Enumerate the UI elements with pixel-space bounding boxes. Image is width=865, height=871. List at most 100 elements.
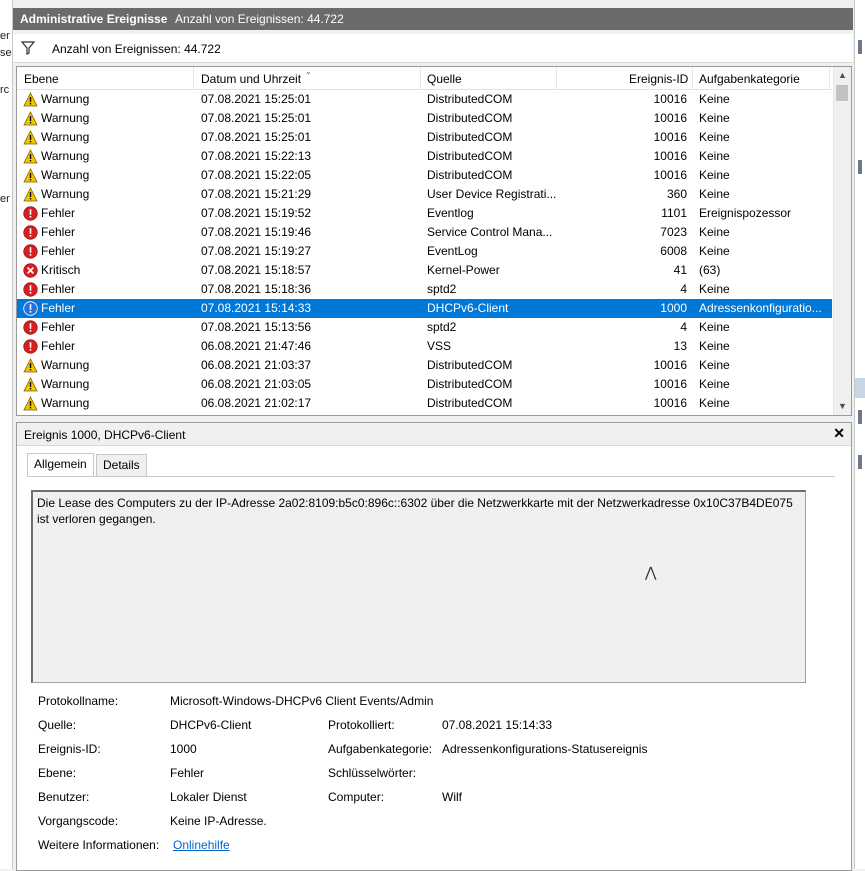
task-category-value[interactable]: Adressenkonfigurations-Statusereignis — [442, 742, 647, 756]
event-level: Warnung — [41, 92, 90, 106]
event-source: Kernel-Power — [427, 263, 500, 277]
event-level: Warnung — [41, 111, 90, 125]
level-value[interactable]: Fehler — [170, 766, 204, 780]
task-category-label: Aufgabenkategorie: — [328, 742, 433, 756]
event-row[interactable]: Fehler 07.08.2021 15:13:56 sptd2 4 Keine — [17, 318, 832, 337]
column-header-event-id[interactable]: Ereignis-ID — [629, 72, 688, 86]
event-row[interactable]: Warnung 07.08.2021 15:22:05 DistributedCOM… — [17, 166, 832, 185]
event-category: Keine — [699, 130, 730, 144]
event-date: 07.08.2021 15:21:29 — [201, 187, 312, 201]
event-row[interactable]: Warnung 06.08.2021 21:02:17 DistributedCOM… — [17, 394, 832, 413]
event-date: 06.08.2021 21:03:05 — [201, 377, 312, 391]
user-value[interactable]: Lokaler Dienst — [170, 790, 247, 804]
warning-icon — [23, 149, 38, 164]
event-source: DistributedCOM — [427, 92, 513, 106]
event-row[interactable]: Fehler 07.08.2021 15:19:27 EventLog 6008 Kei… — [17, 242, 832, 261]
event-row[interactable]: Fehler 06.08.2021 21:47:46 VSS 13 Keine — [17, 337, 832, 356]
event-category: Keine — [699, 168, 730, 182]
event-count-header: Anzahl von Ereignissen: 44.722 — [175, 12, 344, 26]
scroll-down-icon[interactable]: ▼ — [834, 398, 851, 415]
event-date: 07.08.2021 15:22:05 — [201, 168, 312, 182]
event-date: 07.08.2021 15:25:01 — [201, 92, 312, 106]
event-id: 10016 — [653, 396, 687, 410]
event-source: sptd2 — [427, 282, 457, 296]
event-list-scrollbar[interactable]: ▲ ▼ — [833, 67, 851, 415]
warning-icon — [23, 130, 38, 145]
event-level: Kritisch — [41, 263, 81, 277]
event-rows: Warnung 07.08.2021 15:25:01 DistributedCOM… — [17, 90, 832, 413]
event-id: 360 — [666, 187, 687, 201]
error-icon — [23, 282, 38, 297]
detail-title: Ereignis 1000, DHCPv6-Client — [24, 428, 186, 442]
event-source: DistributedCOM — [427, 130, 513, 144]
event-date: 07.08.2021 15:18:36 — [201, 282, 312, 296]
event-level: Warnung — [41, 377, 90, 391]
logged-label: Protokolliert: — [328, 718, 395, 732]
scroll-thumb[interactable] — [836, 85, 848, 101]
error-icon — [23, 244, 38, 259]
warning-icon — [23, 358, 38, 373]
event-source: DistributedCOM — [427, 396, 513, 410]
event-source: Eventlog — [427, 206, 474, 220]
event-category: Keine — [699, 111, 730, 125]
event-row[interactable]: Kritisch 07.08.2021 15:18:57 Kernel-Power 4… — [17, 261, 832, 280]
logged-value[interactable]: 07.08.2021 15:14:33 — [442, 718, 552, 732]
event-category: Keine — [699, 149, 730, 163]
event-row[interactable]: Warnung 07.08.2021 15:21:29 User Device Re… — [17, 185, 832, 204]
event-properties: Protokollname: Microsoft-Windows-DHCPv6 … — [38, 691, 818, 859]
event-viewer-main: Administrative Ereignisse Anzahl von Ere… — [13, 0, 853, 871]
log-name-value[interactable]: Microsoft-Windows-DHCPv6 Client Events/A… — [170, 694, 433, 708]
filter-bar: Anzahl von Ereignissen: 44.722 — [13, 34, 853, 63]
event-category: Ereignispozessor — [699, 206, 792, 220]
event-level: Fehler — [41, 206, 76, 220]
event-category: Keine — [699, 339, 730, 353]
event-level: Warnung — [41, 396, 90, 410]
event-category: Keine — [699, 282, 730, 296]
event-level: Warnung — [41, 130, 90, 144]
event-level: Warnung — [41, 358, 90, 372]
filter-count: Anzahl von Ereignissen: 44.722 — [52, 42, 221, 56]
event-date: 07.08.2021 15:25:01 — [201, 130, 312, 144]
event-message[interactable]: Die Lease des Computers zu der IP-Adress… — [31, 490, 806, 683]
column-header-task-category[interactable]: Aufgabenkategorie — [699, 72, 800, 86]
event-row[interactable]: Fehler 07.08.2021 15:19:52 Eventlog 1101 Ere… — [17, 204, 832, 223]
column-header-source[interactable]: Quelle — [427, 72, 462, 86]
event-id: 7023 — [660, 225, 687, 239]
event-list[interactable]: Ebene Datum und Uhrzeit ⌄ Quelle Ereigni… — [16, 66, 852, 416]
event-level: Fehler — [41, 282, 76, 296]
tab-allgemein[interactable]: Allgemein — [27, 453, 94, 476]
online-help-link[interactable]: Onlinehilfe — [173, 838, 230, 852]
event-level: Warnung — [41, 168, 90, 182]
event-row[interactable]: Warnung 06.08.2021 21:03:37 DistributedCOM… — [17, 356, 832, 375]
event-category: Adressenkonfiguratio... — [699, 301, 822, 315]
event-date: 06.08.2021 21:02:17 — [201, 396, 312, 410]
text-cursor-icon: ⋀ — [645, 564, 657, 580]
event-row[interactable]: Fehler 07.08.2021 15:19:46 Service Control… — [17, 223, 832, 242]
event-row[interactable]: Fehler 07.08.2021 15:18:36 sptd2 4 Keine — [17, 280, 832, 299]
tab-details[interactable]: Details — [96, 454, 147, 476]
computer-value[interactable]: Wilf — [442, 790, 462, 804]
event-row[interactable]: Warnung 06.08.2021 21:03:05 DistributedCOM… — [17, 375, 832, 394]
critical-icon — [23, 263, 38, 278]
view-title: Administrative Ereignisse — [20, 12, 168, 26]
event-level: Fehler — [41, 225, 76, 239]
event-row[interactable]: Fehler 07.08.2021 15:14:33 DHCPv6-Client 10… — [17, 299, 832, 318]
column-header-date[interactable]: Datum und Uhrzeit — [201, 72, 301, 86]
close-icon[interactable]: ✕ — [833, 425, 845, 442]
event-id-value[interactable]: 1000 — [170, 742, 197, 756]
event-row[interactable]: Warnung 07.08.2021 15:25:01 DistributedCOM… — [17, 128, 832, 147]
event-source: VSS — [427, 339, 452, 353]
event-date: 06.08.2021 21:47:46 — [201, 339, 312, 353]
scroll-up-icon[interactable]: ▲ — [834, 67, 851, 84]
event-row[interactable]: Warnung 07.08.2021 15:22:13 DistributedCOM… — [17, 147, 832, 166]
opcode-value[interactable]: Keine IP-Adresse. — [170, 814, 267, 828]
column-header-level[interactable]: Ebene — [24, 72, 59, 86]
event-source: DistributedCOM — [427, 377, 513, 391]
event-date: 07.08.2021 15:13:56 — [201, 320, 312, 334]
event-date: 07.08.2021 15:19:52 — [201, 206, 312, 220]
event-category: Keine — [699, 187, 730, 201]
event-row[interactable]: Warnung 07.08.2021 15:25:01 DistributedCOM… — [17, 109, 832, 128]
event-row[interactable]: Warnung 07.08.2021 15:25:01 DistributedCOM… — [17, 90, 832, 109]
filter-icon[interactable] — [21, 41, 35, 55]
source-value[interactable]: DHCPv6-Client — [170, 718, 251, 732]
